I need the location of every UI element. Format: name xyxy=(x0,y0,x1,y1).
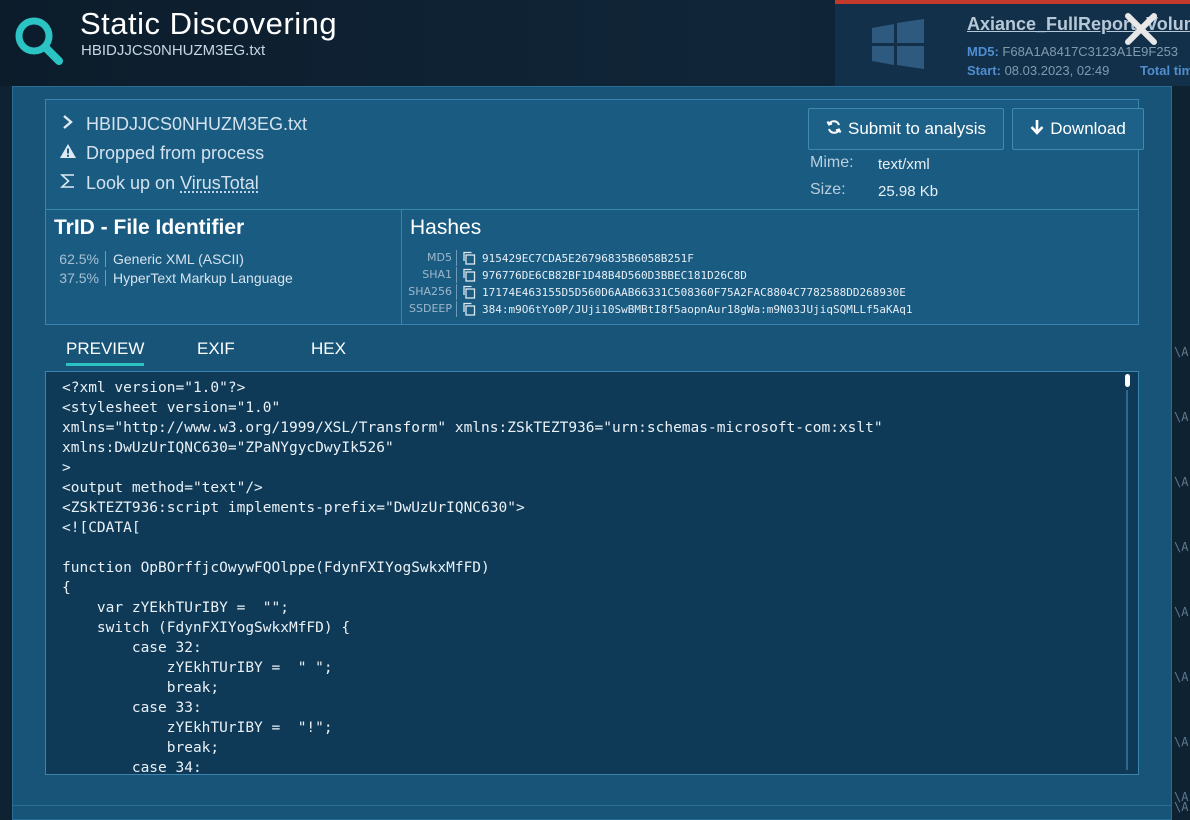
download-button-label: Download xyxy=(1050,119,1126,139)
hash-value[interactable]: 915429EC7CDA5E26796835B6058B251F xyxy=(482,252,694,265)
trid-panel: TrID - File Identifier 62.5% Generic XML… xyxy=(46,210,402,324)
sigma-icon xyxy=(58,173,78,194)
hashes-panel: Hashes MD5 915429EC7CDA5E26796835B6058B2… xyxy=(403,210,1138,324)
hash-row-sha1: SHA1 976776DE6CB82BF1D48B4D560D3BBEC181D… xyxy=(403,267,747,283)
hash-value[interactable]: 17174E463155D5D560D6AAB66331C508360F75A2… xyxy=(482,286,906,299)
copy-icon[interactable] xyxy=(462,251,476,265)
background-left-strip xyxy=(0,86,12,820)
lookup-prefix: Look up on xyxy=(86,173,180,193)
hash-key: SHA1 xyxy=(403,267,457,283)
background-total-time: Total tim xyxy=(1140,63,1190,78)
dialog-footer xyxy=(13,805,1171,819)
background-process-path: \A xyxy=(1174,735,1188,749)
hash-key: SHA256 xyxy=(403,284,457,300)
background-start: Start: 08.03.2023, 02:49 xyxy=(967,63,1109,78)
trid-title: TrID - File Identifier xyxy=(54,216,244,240)
warning-icon xyxy=(58,143,78,164)
trid-row: 62.5% Generic XML (ASCII) xyxy=(46,251,244,267)
hash-row-ssdeep: SSDEEP 384:m9O6tYo0P/JUji10SwBMBtI8f5aop… xyxy=(403,301,912,317)
arrow-down-icon xyxy=(1030,119,1044,140)
tab-hex[interactable]: HEX xyxy=(311,339,346,359)
background-process-path: \A xyxy=(1174,605,1188,619)
background-process-path: \A xyxy=(1174,410,1188,424)
tab-exif[interactable]: EXIF xyxy=(197,339,235,359)
background-right-strip xyxy=(1172,86,1190,820)
dialog-subtitle: HBIDJJCS0NHUZM3EG.txt xyxy=(81,42,265,59)
mime-value: text/xml xyxy=(878,156,930,173)
background-process-path: \A xyxy=(1174,540,1188,554)
trid-type: Generic XML (ASCII) xyxy=(106,251,244,267)
hash-row-sha256: SHA256 17174E463155D5D560D6AAB66331C5083… xyxy=(403,284,906,300)
chevron-right-icon xyxy=(58,114,78,135)
hash-key: SSDEEP xyxy=(403,301,457,317)
hash-row-md5: MD5 915429EC7CDA5E26796835B6058B251F xyxy=(403,250,694,266)
file-summary: HBIDJJCS0NHUZM3EG.txt Dropped from proce… xyxy=(46,100,1138,210)
trid-percent: 37.5% xyxy=(46,270,106,286)
background-process-path: \A xyxy=(1174,345,1188,359)
size-value: 25.98 Kb xyxy=(878,183,938,200)
virustotal-row: Look up on VirusTotal xyxy=(58,173,259,194)
hash-value[interactable]: 384:m9O6tYo0P/JUji10SwBMBtI8f5aopnAur18g… xyxy=(482,303,912,316)
background-process-path: \A xyxy=(1174,800,1188,814)
submit-to-analysis-button[interactable]: Submit to analysis xyxy=(808,108,1004,150)
copy-icon[interactable] xyxy=(462,268,476,282)
windows-logo-icon xyxy=(870,18,926,70)
file-name-row: HBIDJJCS0NHUZM3EG.txt xyxy=(58,114,307,135)
file-preview[interactable]: <?xml version="1.0"?> <stylesheet versio… xyxy=(45,371,1139,775)
hash-value[interactable]: 976776DE6CB82BF1D48B4D560D3BBEC181D26C8D xyxy=(482,269,747,282)
submit-button-label: Submit to analysis xyxy=(848,119,986,139)
dialog-title: Static Discovering xyxy=(80,6,337,42)
file-origin-row: Dropped from process xyxy=(58,143,264,164)
tab-preview[interactable]: PREVIEW xyxy=(66,339,144,366)
size-label: Size: xyxy=(810,181,846,199)
trid-row: 37.5% HyperText Markup Language xyxy=(46,270,293,286)
file-name: HBIDJJCS0NHUZM3EG.txt xyxy=(86,114,307,134)
search-icon xyxy=(12,14,64,66)
background-process-path: \A xyxy=(1174,670,1188,684)
close-icon[interactable] xyxy=(1122,10,1160,48)
download-button[interactable]: Download xyxy=(1012,108,1144,150)
hashes-title: Hashes xyxy=(410,216,481,240)
static-discovering-dialog: HBIDJJCS0NHUZM3EG.txt Dropped from proce… xyxy=(12,86,1172,820)
virustotal-link[interactable]: VirusTotal xyxy=(180,173,259,193)
refresh-icon xyxy=(826,119,842,140)
background-process-path: \A xyxy=(1174,475,1188,489)
copy-icon[interactable] xyxy=(462,302,476,316)
hash-key: MD5 xyxy=(403,250,457,266)
preview-code: <?xml version="1.0"?> <stylesheet versio… xyxy=(62,378,883,775)
trid-percent: 62.5% xyxy=(46,251,106,267)
file-info-box: HBIDJJCS0NHUZM3EG.txt Dropped from proce… xyxy=(45,99,1139,325)
scrollbar-thumb[interactable] xyxy=(1125,374,1130,387)
copy-icon[interactable] xyxy=(462,285,476,299)
scrollbar-track[interactable] xyxy=(1126,390,1128,770)
mime-label: Mime: xyxy=(810,154,854,172)
file-origin: Dropped from process xyxy=(86,143,264,163)
trid-type: HyperText Markup Language xyxy=(106,270,293,286)
